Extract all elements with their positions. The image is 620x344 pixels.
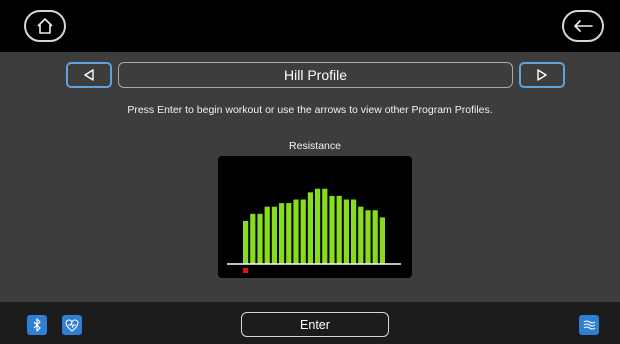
resistance-bar (336, 195, 342, 264)
resistance-bar (351, 199, 357, 264)
profile-title: Hill Profile (118, 62, 513, 88)
profile-navigation: Hill Profile (0, 62, 620, 88)
resistance-bar (293, 199, 299, 264)
resistance-bar (343, 199, 349, 264)
menu-waves-icon (583, 320, 595, 330)
resistance-bar (286, 203, 292, 264)
next-profile-button[interactable] (519, 62, 565, 88)
resistance-bar (379, 217, 385, 264)
previous-profile-button[interactable] (66, 62, 112, 88)
back-arrow-icon (574, 20, 593, 32)
resistance-bar (264, 206, 270, 264)
heart-rate-icon (65, 318, 79, 332)
resistance-bar (279, 203, 285, 264)
bluetooth-button[interactable] (27, 315, 47, 335)
home-icon (37, 18, 53, 34)
heart-rate-button[interactable] (62, 315, 82, 335)
resistance-bar (300, 199, 306, 264)
current-segment-marker (243, 268, 248, 273)
resistance-bar (322, 188, 328, 264)
resistance-bar (243, 221, 249, 264)
resistance-chart-svg (227, 188, 401, 273)
resistance-bar (315, 188, 321, 264)
resistance-bar (271, 206, 277, 264)
resistance-bar (329, 195, 335, 264)
resistance-bar (307, 192, 313, 264)
resistance-bar (257, 213, 263, 264)
resistance-bar (372, 210, 378, 264)
home-button[interactable] (24, 10, 66, 42)
resistance-bar (358, 206, 364, 264)
instructions-text: Press Enter to begin workout or use the … (127, 104, 493, 116)
menu-button[interactable] (579, 315, 599, 335)
main-panel: Hill Profile Press Enter to begin workou… (0, 52, 620, 302)
resistance-bar (250, 213, 256, 264)
chart-title: Resistance (289, 140, 341, 152)
triangle-left-icon (84, 69, 94, 81)
bluetooth-icon (33, 318, 41, 332)
resistance-bar (365, 210, 371, 264)
resistance-chart (218, 156, 412, 278)
back-button[interactable] (562, 10, 604, 42)
top-bar (0, 0, 620, 52)
enter-button[interactable]: Enter (241, 312, 389, 337)
bottom-bar: Enter (0, 302, 620, 344)
triangle-right-icon (537, 69, 547, 81)
